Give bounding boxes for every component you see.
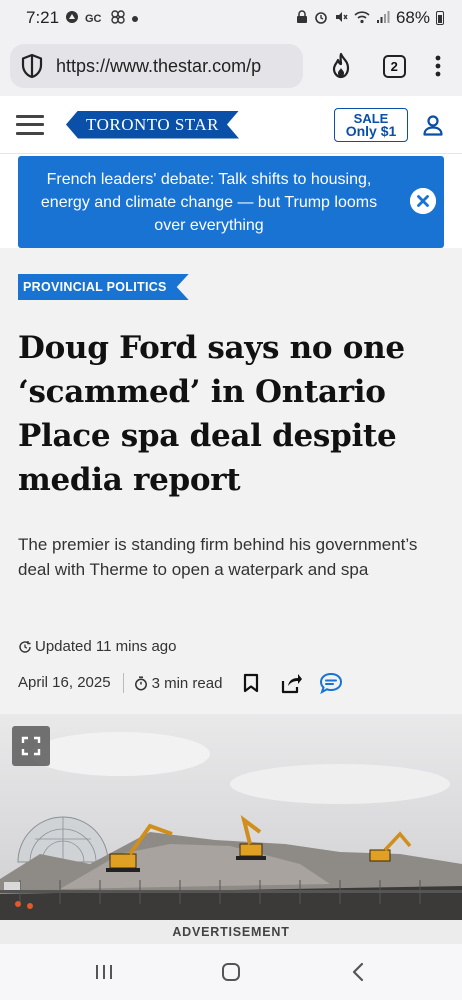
bookmark-icon — [244, 673, 259, 693]
dot-icon — [131, 11, 139, 26]
comment-icon — [320, 672, 343, 694]
account-button[interactable] — [420, 112, 446, 138]
svg-text:GC: GC — [85, 13, 102, 24]
share-icon — [282, 674, 303, 694]
wifi-icon — [354, 10, 370, 27]
shield-icon[interactable] — [20, 53, 44, 79]
status-time: 7:21 — [26, 8, 60, 27]
pinwheel-icon — [111, 9, 125, 27]
status-right: 68% — [296, 8, 444, 28]
url-text[interactable]: https://www.thestar.com/p — [56, 56, 261, 77]
article-subhead: The premier is standing firm behind his … — [18, 535, 418, 579]
logo-text: TORONTO STAR — [66, 111, 239, 139]
battery-percent: 68% — [395, 8, 430, 27]
recent-apps-icon — [95, 965, 112, 979]
user-icon — [423, 114, 443, 136]
breaking-news-banner[interactable]: French leaders' debate: Talk shifts to h… — [18, 156, 444, 248]
alarm-icon — [314, 10, 328, 27]
back-button[interactable] — [333, 952, 383, 992]
battery-icon — [436, 11, 444, 25]
tab-count: 2 — [382, 54, 406, 78]
site-header: TORONTO STAR SALE Only $1 — [0, 96, 462, 154]
updated-text: Updated 11 mins ago — [35, 638, 177, 655]
bookmark-button[interactable] — [238, 670, 264, 696]
status-bar: 7:21 GC 68% — [0, 0, 462, 36]
mute-icon — [334, 10, 348, 27]
read-time: 3 min read — [134, 674, 223, 692]
fullscreen-button[interactable] — [12, 726, 50, 766]
lock-icon — [296, 9, 308, 27]
fire-button[interactable] — [317, 44, 365, 88]
photo-image — [0, 714, 462, 920]
browser-toolbar: https://www.thestar.com/p 2 — [0, 36, 462, 96]
sale-button[interactable]: SALE Only $1 — [334, 107, 408, 142]
article-meta: April 16, 2025 3 min read — [18, 668, 448, 698]
more-vert-icon — [435, 55, 441, 77]
address-bar[interactable]: https://www.thestar.com/p — [10, 44, 303, 88]
home-button[interactable] — [206, 952, 256, 992]
browser-menu-button[interactable] — [424, 44, 452, 88]
timer-icon — [134, 675, 147, 690]
updated-time: Updated 11 mins ago — [18, 638, 176, 655]
article-headline: Doug Ford says no one ‘scammed’ in Ontar… — [18, 330, 405, 498]
refresh-clock-icon — [19, 640, 31, 653]
gc-icon: GC — [85, 10, 105, 27]
section-tag[interactable]: PROVINCIAL POLITICS — [18, 274, 189, 300]
expand-icon — [21, 736, 41, 756]
share-button[interactable] — [278, 670, 304, 696]
article-date: April 16, 2025 — [18, 673, 124, 693]
article-header: PROVINCIAL POLITICS Doug Ford says no on… — [0, 248, 462, 714]
banner-text[interactable]: French leaders' debate: Talk shifts to h… — [18, 168, 388, 237]
hamburger-menu-icon[interactable] — [16, 114, 44, 135]
site-logo[interactable]: TORONTO STAR — [66, 111, 239, 139]
signal-icon — [376, 10, 390, 27]
status-left: 7:21 GC — [26, 8, 139, 28]
status-app-icon — [65, 10, 79, 27]
fire-icon — [332, 52, 349, 79]
section-tag-label: PROVINCIAL POLITICS — [18, 274, 189, 300]
sale-line-2: Only $1 — [345, 122, 397, 139]
banner-close-button[interactable] — [410, 188, 436, 214]
article-photo[interactable] — [0, 714, 462, 920]
back-icon — [353, 962, 364, 982]
home-icon — [221, 963, 240, 981]
system-nav-bar — [0, 944, 462, 1000]
close-icon — [410, 188, 436, 214]
tabs-button[interactable]: 2 — [370, 44, 418, 88]
recent-apps-button[interactable] — [79, 952, 129, 992]
comments-button[interactable] — [318, 670, 344, 696]
read-time-text: 3 min read — [151, 674, 223, 692]
advertisement-label: ADVERTISEMENT — [0, 920, 462, 944]
